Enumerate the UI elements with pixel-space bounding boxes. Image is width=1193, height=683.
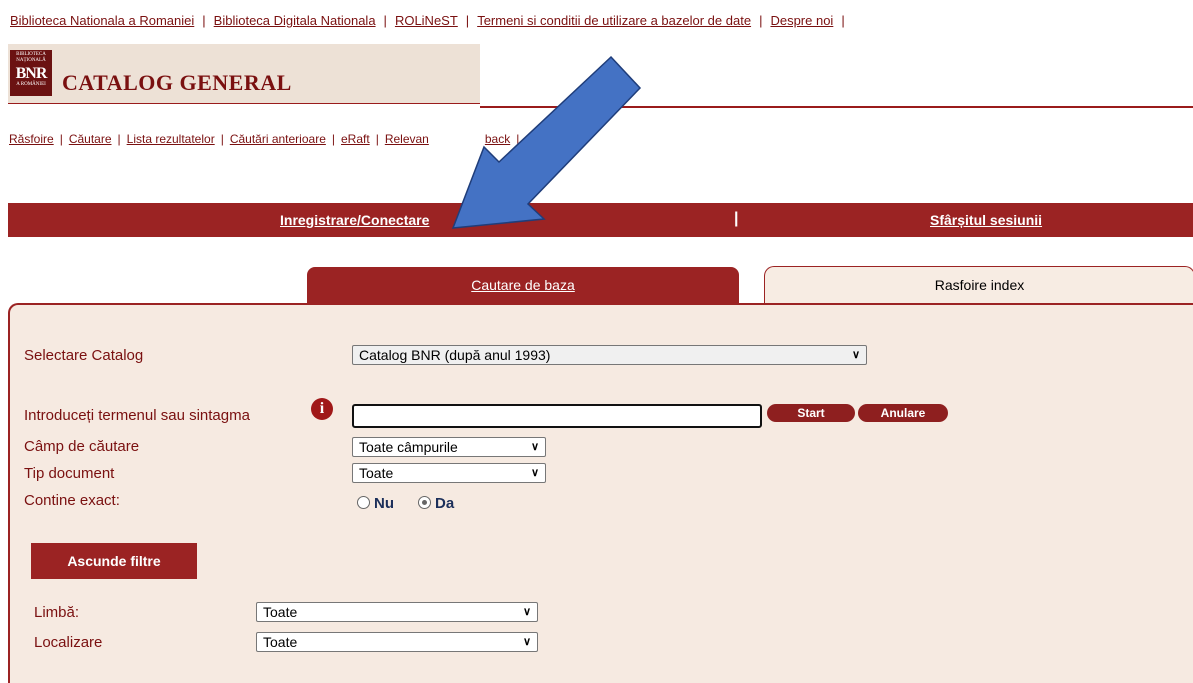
chevron-down-icon: ∨ [530, 441, 539, 453]
catalog-select-value: Catalog BNR (după anul 1993) [359, 347, 551, 363]
separator: | [465, 13, 470, 28]
link-bdn[interactable]: Biblioteca Digitala Nationala [214, 13, 376, 28]
separator: | [202, 13, 206, 28]
chevron-down-icon: ∨ [851, 349, 860, 361]
doctype-select[interactable]: Toate ∨ [352, 463, 546, 483]
session-bar: Inregistrare/Conectare | Sfârșitul sesiu… [8, 203, 1193, 237]
menu-relevance[interactable]: Relevan [385, 132, 429, 146]
location-select-value: Toate [263, 634, 298, 650]
link-bnr[interactable]: Biblioteca Nationala a Romaniei [10, 13, 194, 28]
catalog-label: Selectare Catalog [24, 347, 144, 364]
doctype-label: Tip document [24, 465, 115, 482]
library-logo: BIBLIOTECA NAȚIONALĂ BNR A ROMÂNIEI [10, 50, 52, 96]
location-label: Localizare [34, 634, 103, 651]
page-title: CATALOG GENERAL [62, 70, 292, 95]
separator: | [331, 132, 335, 146]
separator: | [516, 132, 520, 146]
field-select[interactable]: Toate câmpurile ∨ [352, 437, 546, 457]
radio-exact-no[interactable]: Nu [357, 495, 394, 512]
main-menu: Răsfoire | Căutare | Lista rezultatelor | Căut… [9, 132, 525, 146]
top-links: Biblioteca Nationala a Romaniei | Bibliote… [10, 13, 853, 28]
start-button[interactable]: Start [767, 404, 855, 422]
chevron-down-icon: ∨ [522, 636, 531, 648]
header-divider [8, 103, 480, 104]
language-select-value: Toate [263, 604, 298, 620]
bar-separator: | [734, 210, 739, 227]
field-label: Câmp de căutare [24, 438, 140, 455]
radio-circle[interactable] [357, 496, 370, 509]
term-label: Introduceți termenul sau sintagma [24, 407, 250, 424]
search-input[interactable] [352, 404, 762, 428]
link-terms[interactable]: Termeni si conditii de utilizare a bazel… [477, 13, 751, 28]
doctype-select-value: Toate [359, 465, 394, 481]
logo-text-bottom: A ROMÂNIEI [16, 82, 46, 87]
login-link[interactable]: Inregistrare/Conectare [280, 212, 429, 228]
radio-exact-yes[interactable]: Da [418, 495, 454, 512]
cancel-button[interactable]: Anulare [858, 404, 948, 422]
menu-results[interactable]: Lista rezultatelor [127, 132, 215, 146]
tab-browse-index[interactable]: Rasfoire index [764, 266, 1193, 303]
tab-basic-search[interactable]: Cautare de baza [307, 267, 739, 304]
link-about[interactable]: Despre noi [770, 13, 833, 28]
header-divider-right [480, 106, 1193, 108]
language-label: Limbă: [34, 604, 80, 621]
chevron-down-icon: ∨ [530, 467, 539, 479]
info-icon[interactable]: i [311, 398, 333, 420]
separator: | [220, 132, 224, 146]
hide-filters-button[interactable]: Ascunde filtre [31, 543, 197, 579]
separator: | [383, 13, 387, 28]
menu-feedback[interactable]: back [485, 132, 510, 146]
logout-link[interactable]: Sfârșitul sesiunii [930, 212, 1042, 228]
separator: | [375, 132, 379, 146]
exact-label: Contine exact: [24, 492, 120, 509]
field-select-value: Toate câmpurile [359, 439, 458, 455]
separator: | [841, 13, 845, 28]
chevron-down-icon: ∨ [522, 606, 531, 618]
menu-history[interactable]: Căutări anterioare [230, 132, 326, 146]
logo-text-top: BIBLIOTECA NAȚIONALĂ [16, 52, 46, 63]
radio-no-label: Nu [374, 495, 394, 512]
language-select[interactable]: Toate ∨ [256, 602, 538, 622]
catalog-header: BIBLIOTECA NAȚIONALĂ BNR A ROMÂNIEI CATA… [8, 44, 480, 104]
catalog-select[interactable]: Catalog BNR (după anul 1993) ∨ [352, 345, 867, 365]
separator: | [59, 132, 63, 146]
radio-yes-label: Da [435, 495, 455, 512]
menu-browse[interactable]: Răsfoire [9, 132, 54, 146]
link-rolinest[interactable]: ROLiNeST [395, 13, 458, 28]
separator: | [117, 132, 121, 146]
logo-text-big: BNR [15, 65, 48, 82]
menu-search[interactable]: Căutare [69, 132, 112, 146]
tab-browse-index-label: Rasfoire index [934, 277, 1025, 293]
separator: | [759, 13, 763, 28]
tab-basic-search-label: Cautare de baza [471, 277, 575, 293]
radio-circle-selected[interactable] [418, 496, 431, 509]
menu-eraft[interactable]: eRaft [341, 132, 370, 146]
location-select[interactable]: Toate ∨ [256, 632, 538, 652]
